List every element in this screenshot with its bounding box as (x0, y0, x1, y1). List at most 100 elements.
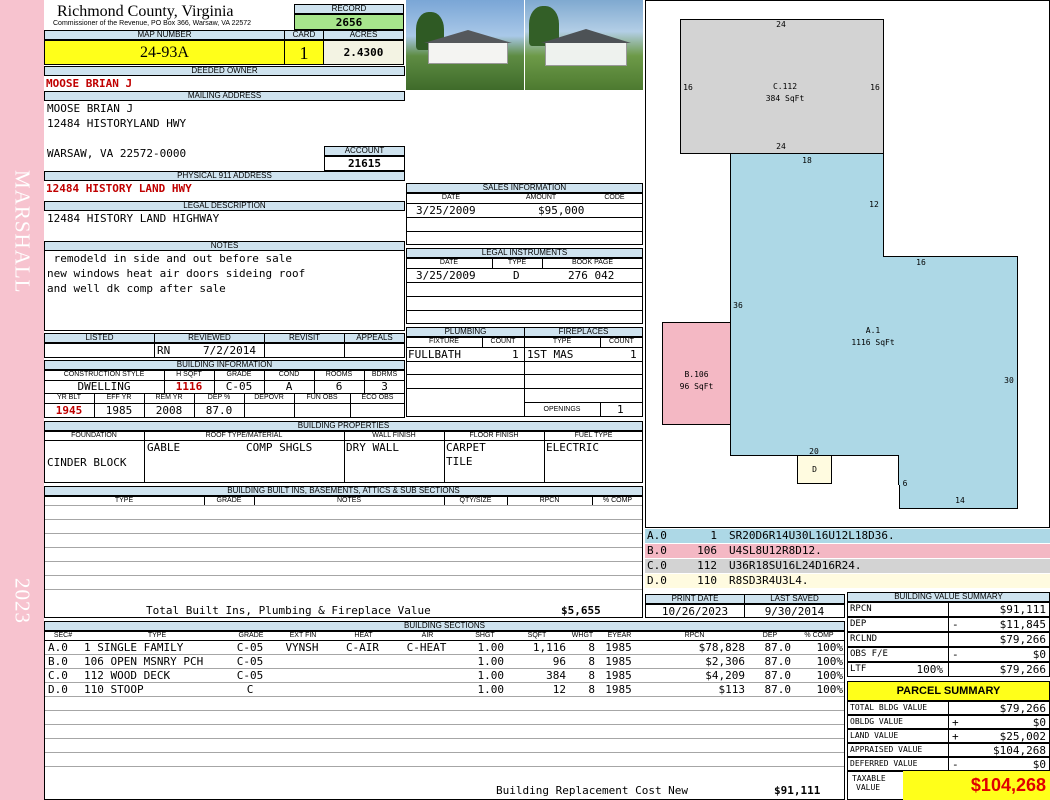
section-cell: 100% (816, 641, 844, 654)
dim-a-inner: 6 (902, 479, 908, 488)
physical-address-header: PHYSICAL 911 ADDRESS (44, 171, 405, 181)
year-label: 2023 (10, 578, 35, 624)
value-summary-label: RCLND (850, 634, 878, 644)
section-cell: 87.0 (764, 669, 792, 682)
card-header: CARD (284, 30, 324, 40)
dim-a-notch: 12 (869, 200, 879, 209)
sketch-code-row: C.0 112 U36R18SU16L24D16R24. (645, 559, 1050, 573)
fireplace-count: 1 (630, 348, 637, 361)
section-cell: 1.00 (477, 683, 505, 696)
sketch-code-row: D.0 110 R8SD3R4U3L4. (645, 574, 1050, 588)
print-date-header: PRINT DATE (645, 594, 745, 604)
foundation-header: FOUNDATION (71, 432, 117, 439)
sketch-code-sec: B.0 (647, 544, 667, 557)
section-row: D.0 110 STOOP C 1.00 12 8 1985 $113 87.0 100% (44, 683, 845, 697)
parcel-summary-row: TOTAL BLDG VALUE $79,266 (847, 701, 1050, 715)
value-summary-row: OBS F/E - $0 (847, 647, 1050, 662)
builtin-notes-header: NOTES (336, 497, 362, 504)
sketch-code-row: A.0 1 SR20D6R14U30L16U12L18D36. (645, 529, 1050, 543)
parcel-summary-value: $0 (1032, 758, 1046, 771)
value-summary-sign: 100% (916, 663, 944, 676)
mailing-address-header: MAILING ADDRESS (44, 91, 405, 101)
instrument-date: 3/25/2009 (416, 269, 476, 282)
dim-c-left: 16 (683, 83, 693, 92)
commissioner-address: Commissioner of the Revenue, PO Box 366,… (53, 20, 252, 27)
section-cell: 100% (816, 669, 844, 682)
section-col-header: WHGT (571, 632, 594, 639)
parcel-summary-header: PARCEL SUMMARY (847, 681, 1050, 701)
parcel-summary-label: TOTAL BLDG VALUE (850, 703, 928, 712)
value-summary-label: LTF (850, 664, 867, 674)
section-col-header: SQFT (527, 632, 547, 639)
sketch-code-sec: A.0 (647, 529, 667, 542)
section-cell: 87.0 (764, 655, 792, 668)
deeded-owner-value: MOOSE BRIAN J (46, 77, 133, 90)
sales-header: SALES INFORMATION (406, 183, 643, 193)
effyr-value: 1985 (105, 404, 133, 417)
ecoobs-header: ECO OBS (361, 394, 394, 401)
record-header: RECORD (294, 4, 404, 14)
acres-header: ACRES (323, 30, 404, 40)
bdrms-value: 3 (381, 380, 388, 393)
building-info-header: BUILDING INFORMATION (44, 360, 405, 370)
sketch-code-num: 110 (697, 574, 717, 587)
property-photo-front (406, 0, 524, 90)
parcel-summary-value: $0 (1032, 716, 1046, 729)
notes-box (44, 251, 405, 331)
roof-material-value: COMP SHGLS (246, 441, 313, 454)
parcel-summary-row: DEFERRED VALUE - $0 (847, 757, 1050, 771)
roof-header: ROOF TYPE/MATERIAL (205, 432, 283, 439)
value-summary-row: LTF 100% $79,266 (847, 662, 1050, 677)
wall-header: WALL FINISH (372, 432, 416, 439)
legal-description-value: 12484 HISTORY LAND HIGHWAY (47, 212, 220, 225)
mailing-line-2: 12484 HISTORYLAND HWY (47, 117, 187, 130)
section-cell: 1985 (605, 669, 632, 682)
replacement-cost-label: Building Replacement Cost New (496, 784, 689, 797)
print-date-value: 10/26/2023 (645, 604, 745, 618)
sketch-code-sec: C.0 (647, 559, 667, 572)
district-label: MARSHALL (10, 170, 35, 294)
section-cell: $78,828 (698, 641, 745, 654)
value-summary-label: OBS F/E (850, 649, 888, 659)
wall-value: DRY WALL (346, 441, 399, 454)
sketch-code-sec: D.0 (647, 574, 667, 587)
sketch-label-b: B.106 (684, 370, 709, 379)
section-cell: $4,209 (705, 669, 745, 682)
sketch-area-b: 96 SqFt (679, 382, 714, 391)
revisit-header: REVISIT (264, 333, 345, 343)
section-cell: VYNSH (285, 641, 319, 654)
dim-c-bottom: 24 (776, 142, 786, 151)
dim-a-top: 18 (802, 156, 812, 165)
section-cell: 384 (546, 669, 566, 682)
sketch-code-string: SR20D6R14U30L16U12L18D36. (729, 529, 895, 542)
taxable-value: $104,268 (903, 771, 1050, 800)
sketch-area-c: 384 SqFt (765, 94, 805, 103)
grade-value: C-05 (225, 380, 253, 393)
section-col-header: TYPE (147, 632, 167, 639)
section-cell: 87.0 (764, 683, 792, 696)
section-col-header: % COMP (804, 632, 834, 639)
plumbing-count: 1 (512, 348, 519, 361)
listed-header: LISTED (44, 333, 155, 343)
builtin-rpcn-header: RPCN (539, 497, 560, 504)
sketch-code-row: B.0 106 U4SL8U12R8D12. (645, 544, 1050, 558)
fireplace-type: 1ST MAS (527, 348, 574, 361)
section-cell: D.0 (48, 683, 68, 696)
fuel-value: ELECTRIC (546, 441, 599, 454)
section-col-header: HEAT (354, 632, 373, 639)
notes-header: NOTES (44, 241, 405, 251)
sketch-code-string: R8SD3R4U3L4. (729, 574, 809, 587)
mailing-line-1: MOOSE BRIAN J (47, 102, 134, 115)
dim-a-bottom-right: 14 (955, 496, 965, 505)
yrblt-header: YR BLT (57, 394, 81, 401)
deeded-owner-header: DEEDED OWNER (44, 66, 405, 76)
section-cell: 8 (588, 655, 595, 668)
value-summary-value: $0 (1032, 648, 1046, 661)
sketch-code-string: U36R18SU16L24D16R24. (729, 559, 862, 572)
openings-value: 1 (617, 403, 624, 416)
reviewed-date: 7/2/2014 (203, 344, 256, 357)
section-col-header: EYEAR (607, 632, 632, 639)
last-saved-header: LAST SAVED (744, 594, 845, 604)
builtin-type-header: TYPE (114, 497, 134, 504)
funobs-header: FUN OBS (306, 394, 338, 401)
